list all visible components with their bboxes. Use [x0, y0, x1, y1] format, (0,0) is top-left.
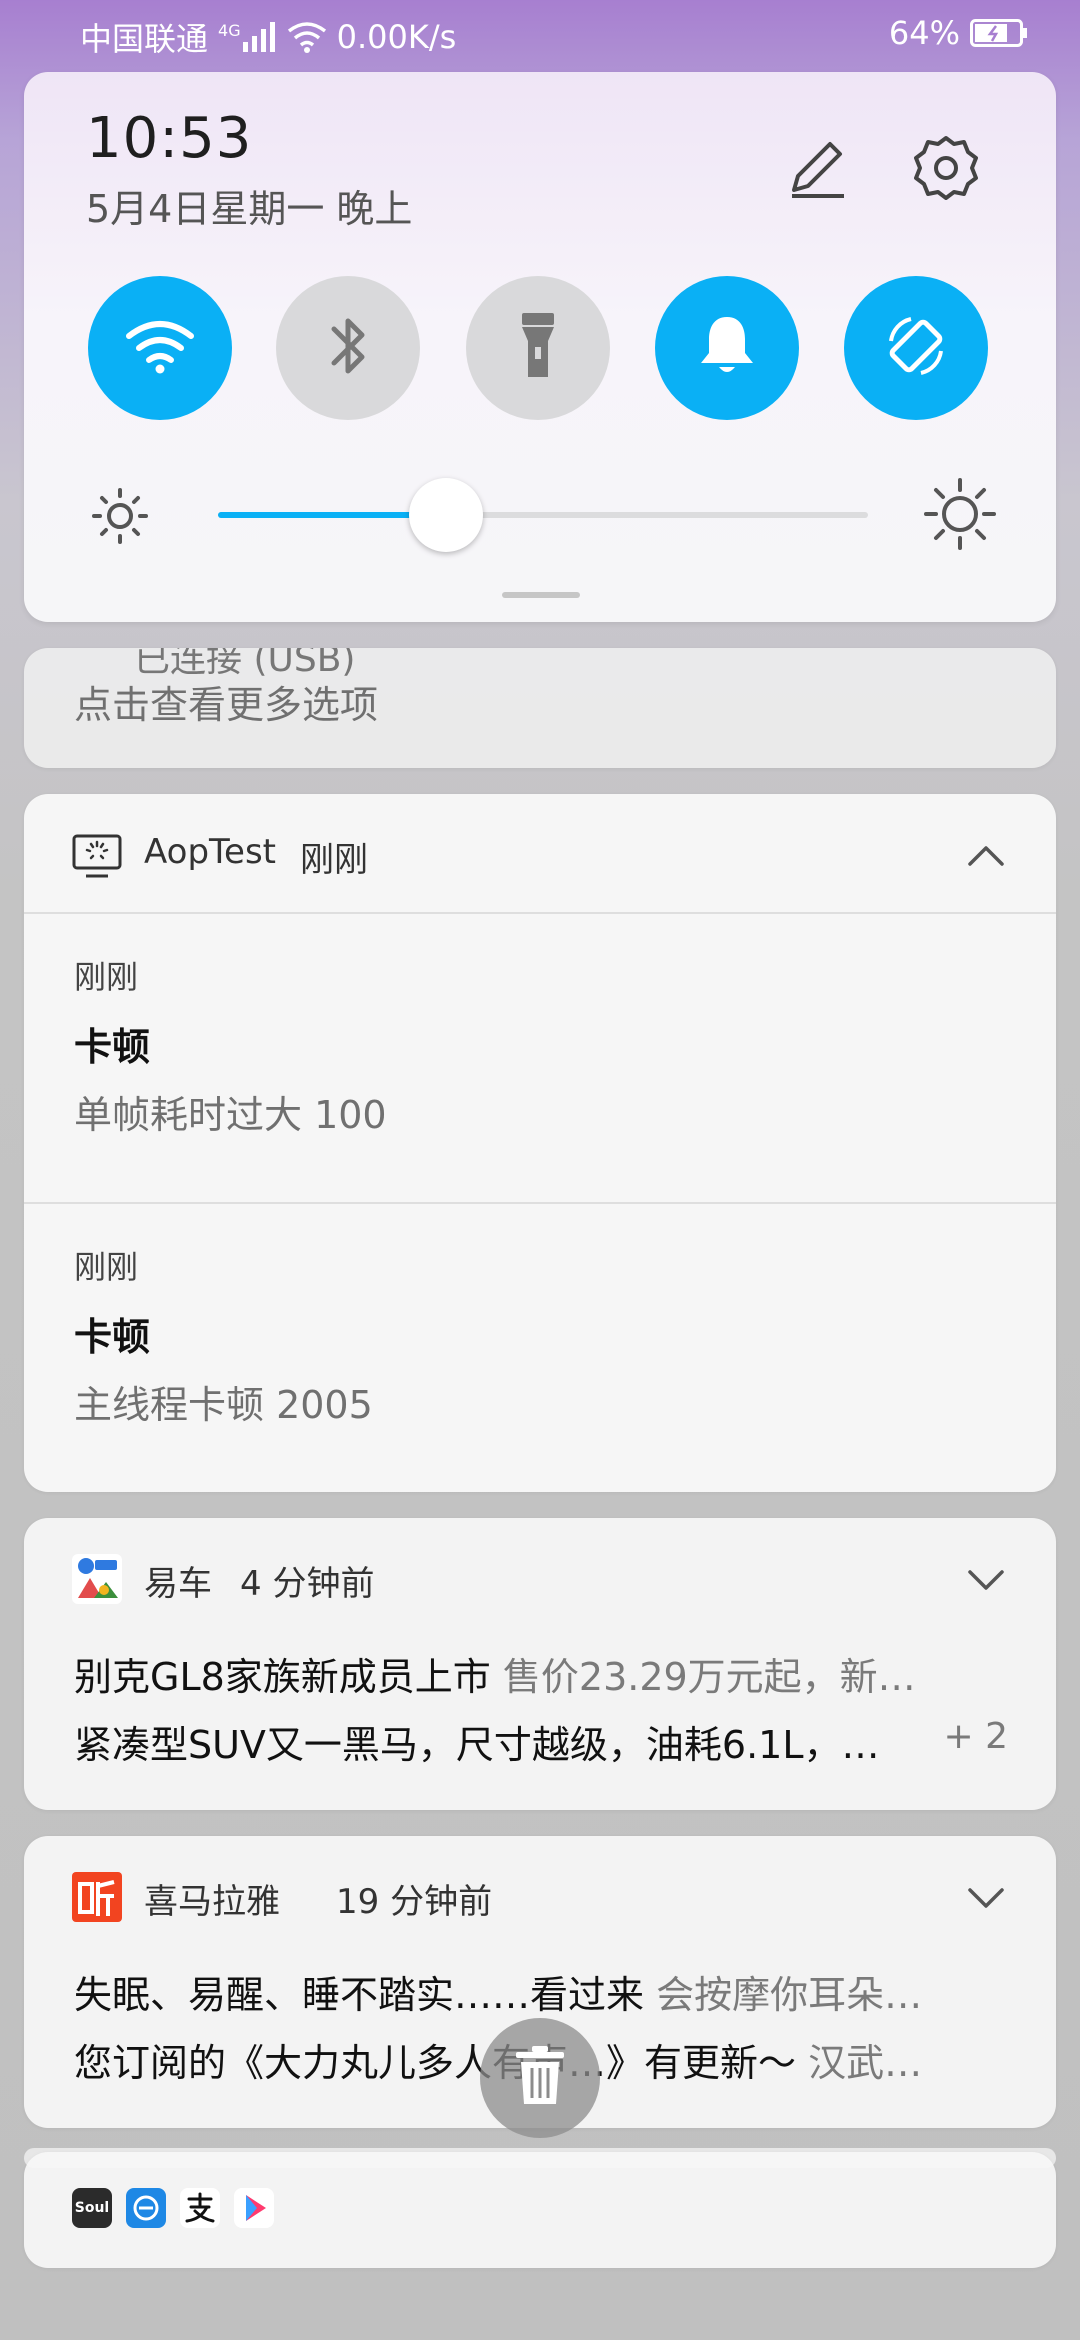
brightness-slider[interactable]: [218, 478, 868, 552]
yiche-app-icon: [72, 1554, 122, 1604]
grouped-app-icons: Soul: [72, 2188, 274, 2228]
ximalaya-line1-title: 失眠、易醒、睡不踏实……看过来: [74, 1973, 645, 2017]
signal-icon: [242, 22, 277, 52]
aoptest-msg2-time: 刚刚: [74, 1248, 139, 1286]
quick-settings-panel: 10:53 5月4日星期一 晚上: [24, 72, 1056, 622]
brightness-row: [24, 464, 1056, 564]
soul-icon: Soul: [72, 2188, 112, 2228]
yiche-app-name: 易车: [144, 1564, 212, 1604]
rotate-icon: [881, 311, 951, 385]
usb-notification-card[interactable]: 已连接 (USB) 点击查看更多选项: [24, 648, 1056, 768]
aoptest-time: 刚刚: [300, 840, 368, 880]
ximalaya-app-name: 喜马拉雅: [144, 1882, 280, 1922]
carrier-label: 中国联通: [80, 20, 209, 58]
clock-date: 5月4日星期一 晚上: [86, 187, 413, 231]
trash-icon: [512, 2044, 568, 2112]
aoptest-card-header[interactable]: AopTest 刚刚: [24, 794, 1056, 914]
yiche-line1-text: 售价23.29万元起，新…: [502, 1655, 916, 1699]
panel-drag-handle[interactable]: [502, 592, 580, 598]
edit-pencil-icon[interactable]: [780, 132, 852, 204]
aoptest-msg1-body: 单帧耗时过大 100: [74, 1093, 387, 1137]
ximalaya-line2-title: 您订阅的《大力丸儿多人有声…》有更新～: [74, 2041, 797, 2085]
ximalaya-line2-text: 汉武…: [808, 2041, 923, 2085]
bluetooth-toggle[interactable]: [276, 276, 420, 420]
auto-rotate-toggle[interactable]: [844, 276, 988, 420]
aoptest-app-icon: [72, 830, 122, 880]
wifi-status-icon: [287, 21, 327, 53]
sound-toggle[interactable]: [655, 276, 799, 420]
ximalaya-app-icon: [72, 1872, 122, 1922]
clear-all-button[interactable]: [480, 2018, 600, 2138]
chevron-up-icon[interactable]: [964, 834, 1008, 878]
yiche-time: 4 分钟前: [240, 1564, 375, 1604]
youku-icon: [234, 2188, 274, 2228]
usb-notification-subtitle: 点击查看更多选项: [74, 683, 379, 727]
chevron-down-icon[interactable]: [964, 1876, 1008, 1920]
mail-icon: [126, 2188, 166, 2228]
aoptest-msg2-body: 主线程卡顿 2005: [74, 1383, 373, 1427]
aoptest-header-divider: [24, 912, 1056, 914]
status-bar: 中国联通 4G 0.00K/s 64%: [0, 0, 1080, 72]
ximalaya-line-1: 失眠、易醒、睡不踏实……看过来 会按摩你耳朵…: [74, 1964, 1034, 2019]
brightness-slider-thumb[interactable]: [408, 478, 483, 552]
status-left: 中国联通 4G 0.00K/s: [80, 14, 456, 60]
network-type-label: 4G: [218, 20, 241, 40]
flashlight-toggle[interactable]: [466, 276, 610, 420]
yiche-card-header[interactable]: 易车 4 分钟前: [24, 1518, 1056, 1638]
yiche-line2-title: 紧凑型SUV又一黑马，尺寸越级，油耗6.1L，…: [74, 1723, 880, 1767]
settings-gear-icon[interactable]: [910, 132, 982, 204]
yiche-line1-title: 别克GL8家族新成员上市: [74, 1655, 491, 1699]
network-speed-label: 0.00K/s: [336, 18, 457, 56]
chevron-down-icon[interactable]: [964, 1558, 1008, 1602]
soul-icon-label: Soul: [74, 2200, 110, 2216]
yiche-more-count: + 2: [943, 1716, 1008, 1757]
brightness-low-icon: [90, 486, 150, 550]
wifi-toggle[interactable]: [88, 276, 232, 420]
aoptest-msg1-title: 卡顿: [74, 1025, 151, 1069]
wifi-icon: [125, 318, 195, 378]
aoptest-notification-card[interactable]: AopTest 刚刚 刚刚 卡顿 单帧耗时过大 100 刚刚 卡顿 主线程卡顿 …: [24, 794, 1056, 1492]
yiche-notification-card[interactable]: 易车 4 分钟前 别克GL8家族新成员上市 售价23.29万元起，新… 紧凑型S…: [24, 1518, 1056, 1810]
battery-icon: [970, 19, 1028, 47]
yiche-line-1: 别克GL8家族新成员上市 售价23.29万元起，新…: [74, 1646, 1034, 1701]
yiche-line-2: 紧凑型SUV又一黑马，尺寸越级，油耗6.1L，…: [74, 1714, 954, 1769]
ximalaya-time: 19 分钟前: [336, 1882, 493, 1922]
status-right: 64%: [889, 14, 1028, 52]
battery-percent-label: 64%: [888, 14, 960, 52]
aoptest-msg2-title: 卡顿: [74, 1315, 151, 1359]
brightness-high-icon: [924, 478, 996, 554]
alipay-icon: [180, 2188, 220, 2228]
aoptest-msg1-time: 刚刚: [74, 958, 139, 996]
ximalaya-card-header[interactable]: 喜马拉雅 19 分钟前: [24, 1836, 1056, 1956]
aoptest-app-name: AopTest: [144, 832, 276, 872]
bluetooth-icon: [326, 311, 370, 385]
grouped-notifications-card[interactable]: Soul: [24, 2152, 1056, 2268]
ximalaya-line1-text: 会按摩你耳朵…: [656, 1973, 923, 2017]
bell-icon: [697, 313, 757, 383]
aoptest-msg-divider: [24, 1202, 1056, 1204]
flashlight-icon: [518, 311, 558, 385]
clock-time: 10:53: [86, 106, 253, 171]
